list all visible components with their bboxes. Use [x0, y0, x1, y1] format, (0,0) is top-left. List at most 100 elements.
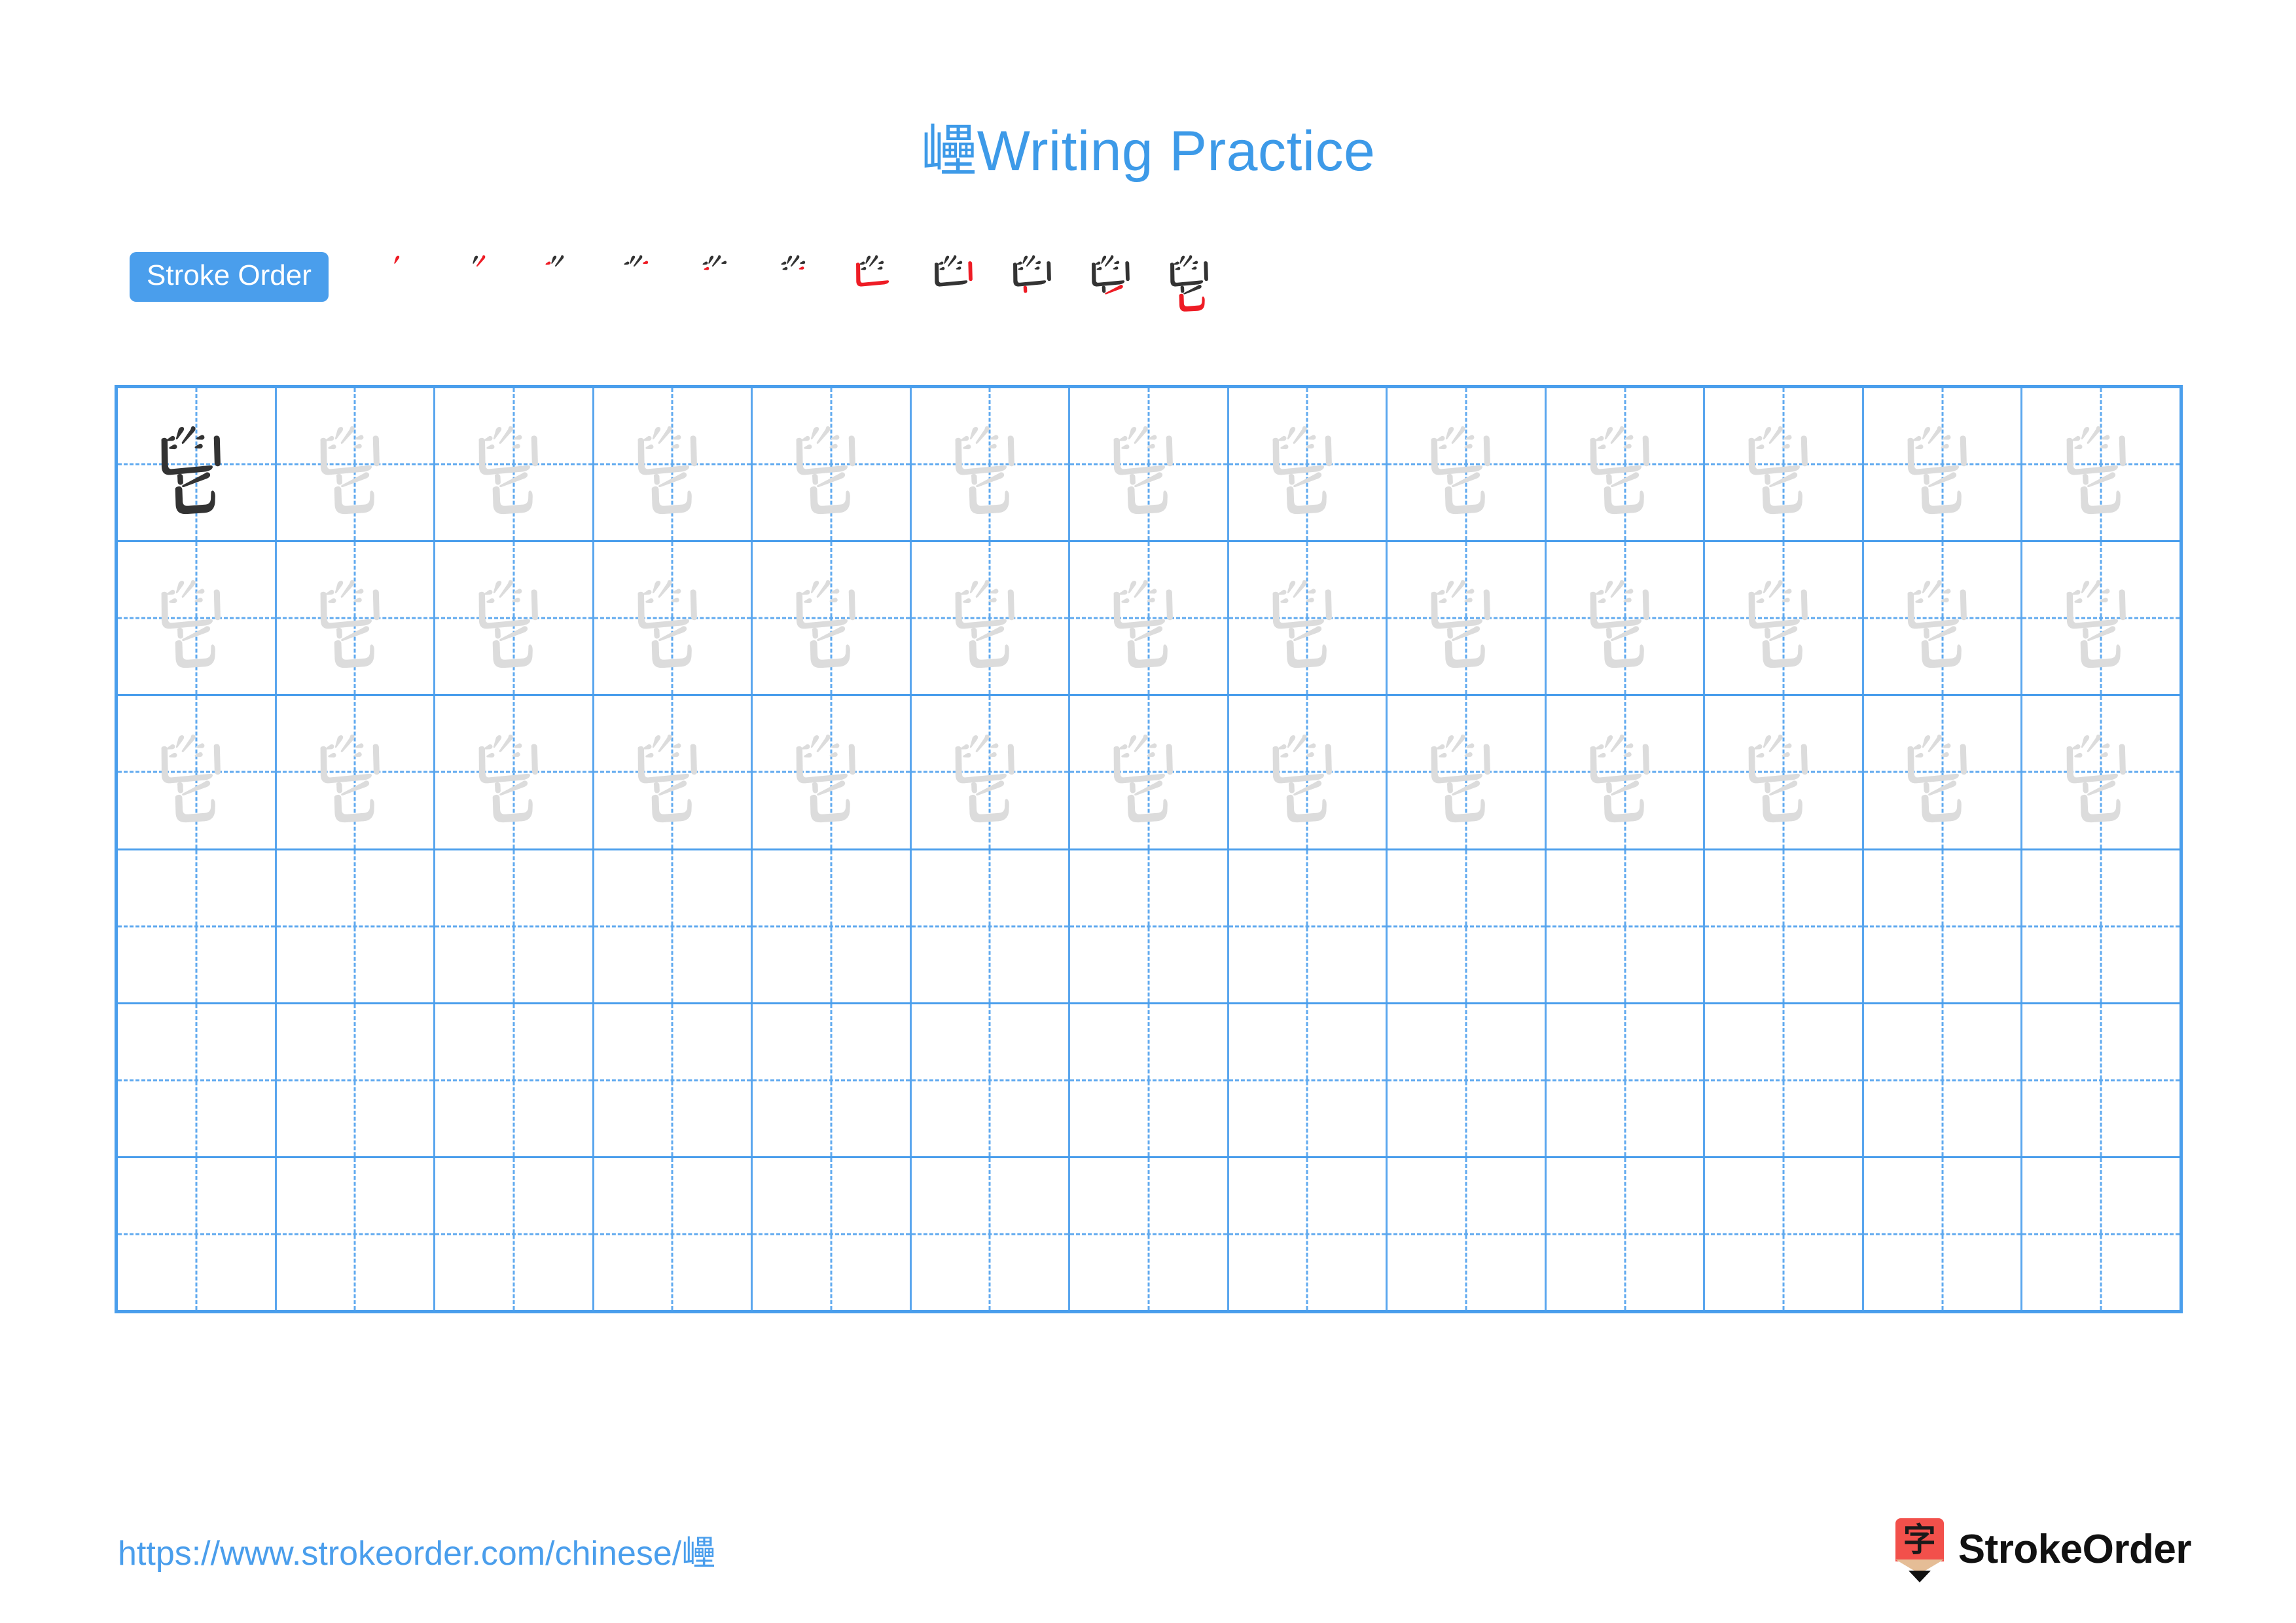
practice-cell[interactable] [1705, 1158, 1864, 1311]
practice-cell[interactable] [1864, 388, 2023, 541]
practice-cell[interactable] [753, 542, 912, 695]
practice-cell[interactable] [277, 696, 436, 848]
practice-cell[interactable] [1864, 696, 2023, 848]
practice-cell[interactable] [435, 696, 594, 848]
practice-cell[interactable] [753, 388, 912, 541]
practice-cell[interactable] [1388, 696, 1547, 848]
footer-url[interactable]: https://www.strokeorder.com/chinese/㠥 [118, 1525, 715, 1575]
practice-cell[interactable] [435, 850, 594, 1002]
practice-cell[interactable] [435, 1004, 594, 1156]
practice-cell[interactable] [1388, 1004, 1547, 1156]
practice-cell[interactable] [1388, 1158, 1547, 1311]
character-glyph [1431, 426, 1491, 515]
character-glyph [1272, 734, 1332, 822]
practice-cell[interactable] [594, 1158, 753, 1311]
practice-cell[interactable] [1547, 1004, 1706, 1156]
practice-cell[interactable] [2022, 542, 2179, 694]
practice-cell[interactable] [753, 696, 912, 848]
practice-cell[interactable] [2022, 696, 2179, 848]
practice-cell[interactable] [594, 388, 753, 541]
practice-cell[interactable] [435, 1158, 594, 1311]
trace-character [435, 542, 592, 694]
practice-cell[interactable] [1070, 850, 1229, 1002]
practice-cell[interactable] [1864, 1004, 2023, 1156]
practice-cell[interactable] [1705, 696, 1864, 848]
practice-cell[interactable] [1070, 388, 1229, 541]
practice-cell[interactable] [1705, 388, 1864, 541]
trace-character [1864, 542, 2021, 694]
practice-cell[interactable] [912, 388, 1071, 541]
practice-cell[interactable] [1388, 850, 1547, 1002]
stroke-step-glyph [624, 255, 649, 267]
practice-cell[interactable] [753, 850, 912, 1002]
practice-cell[interactable] [912, 542, 1071, 695]
practice-cell[interactable] [1070, 1004, 1229, 1156]
practice-cell[interactable] [912, 1004, 1071, 1156]
practice-cell[interactable] [1705, 850, 1864, 1002]
character-glyph [1113, 580, 1174, 668]
practice-cell[interactable] [435, 388, 594, 541]
practice-cell[interactable] [1388, 542, 1547, 695]
stroke-step-2 [446, 238, 525, 316]
grid-row [118, 542, 2179, 697]
practice-cell[interactable] [1547, 696, 1706, 848]
practice-cell[interactable] [1705, 1004, 1864, 1156]
practice-cell[interactable] [1864, 542, 2023, 695]
practice-cell[interactable] [277, 542, 436, 695]
trace-character [435, 696, 592, 848]
practice-cell[interactable] [118, 388, 277, 541]
practice-cell[interactable] [277, 850, 436, 1002]
practice-cell[interactable] [277, 1004, 436, 1156]
practice-cell[interactable] [1070, 696, 1229, 848]
character-glyph [2066, 580, 2126, 668]
practice-cell[interactable] [1229, 1004, 1388, 1156]
practice-cell[interactable] [594, 542, 753, 695]
practice-cell[interactable] [118, 696, 277, 848]
practice-cell[interactable] [594, 696, 753, 848]
practice-cell[interactable] [1547, 1158, 1706, 1311]
practice-cell[interactable] [1070, 1158, 1229, 1311]
character-glyph [637, 734, 697, 822]
practice-cell[interactable] [2022, 850, 2179, 1002]
practice-cell[interactable] [1229, 850, 1388, 1002]
practice-cell[interactable] [1229, 542, 1388, 695]
trace-character [277, 696, 434, 848]
practice-cell[interactable] [912, 696, 1071, 848]
practice-cell[interactable] [753, 1004, 912, 1156]
logo-character: 字 [1903, 1522, 1936, 1558]
character-glyph [1907, 734, 1967, 822]
character-glyph [1113, 734, 1174, 822]
practice-cell[interactable] [118, 1004, 277, 1156]
practice-cell[interactable] [118, 1158, 277, 1311]
trace-character [1070, 388, 1227, 540]
practice-cell[interactable] [1705, 542, 1864, 695]
stroke-step-10 [1075, 238, 1153, 316]
practice-cell[interactable] [1547, 388, 1706, 541]
practice-cell[interactable] [1864, 1158, 2023, 1311]
practice-cell[interactable] [2022, 1158, 2179, 1310]
practice-cell[interactable] [1547, 542, 1706, 695]
practice-cell[interactable] [1070, 542, 1229, 695]
practice-cell[interactable] [753, 1158, 912, 1311]
practice-cell[interactable] [2022, 1004, 2179, 1156]
practice-cell[interactable] [1388, 388, 1547, 541]
practice-cell[interactable] [1864, 850, 2023, 1002]
practice-cell[interactable] [594, 1004, 753, 1156]
practice-cell[interactable] [2022, 388, 2179, 540]
practice-cell[interactable] [1229, 388, 1388, 541]
practice-cell[interactable] [912, 850, 1071, 1002]
practice-cell[interactable] [118, 850, 277, 1002]
practice-cell[interactable] [277, 388, 436, 541]
practice-cell[interactable] [435, 542, 594, 695]
practice-cell[interactable] [594, 850, 753, 1002]
stroke-step-glyph [855, 255, 889, 287]
practice-cell[interactable] [1229, 1158, 1388, 1311]
practice-cell[interactable] [1547, 850, 1706, 1002]
stroke-step-4 [603, 238, 682, 316]
practice-cell[interactable] [277, 1158, 436, 1311]
practice-cell[interactable] [118, 542, 277, 695]
stroke-step-3 [525, 238, 603, 316]
practice-cell[interactable] [1229, 696, 1388, 848]
practice-cell[interactable] [912, 1158, 1071, 1311]
brand-logo[interactable]: 字 StrokeOrder [1895, 1514, 2192, 1586]
